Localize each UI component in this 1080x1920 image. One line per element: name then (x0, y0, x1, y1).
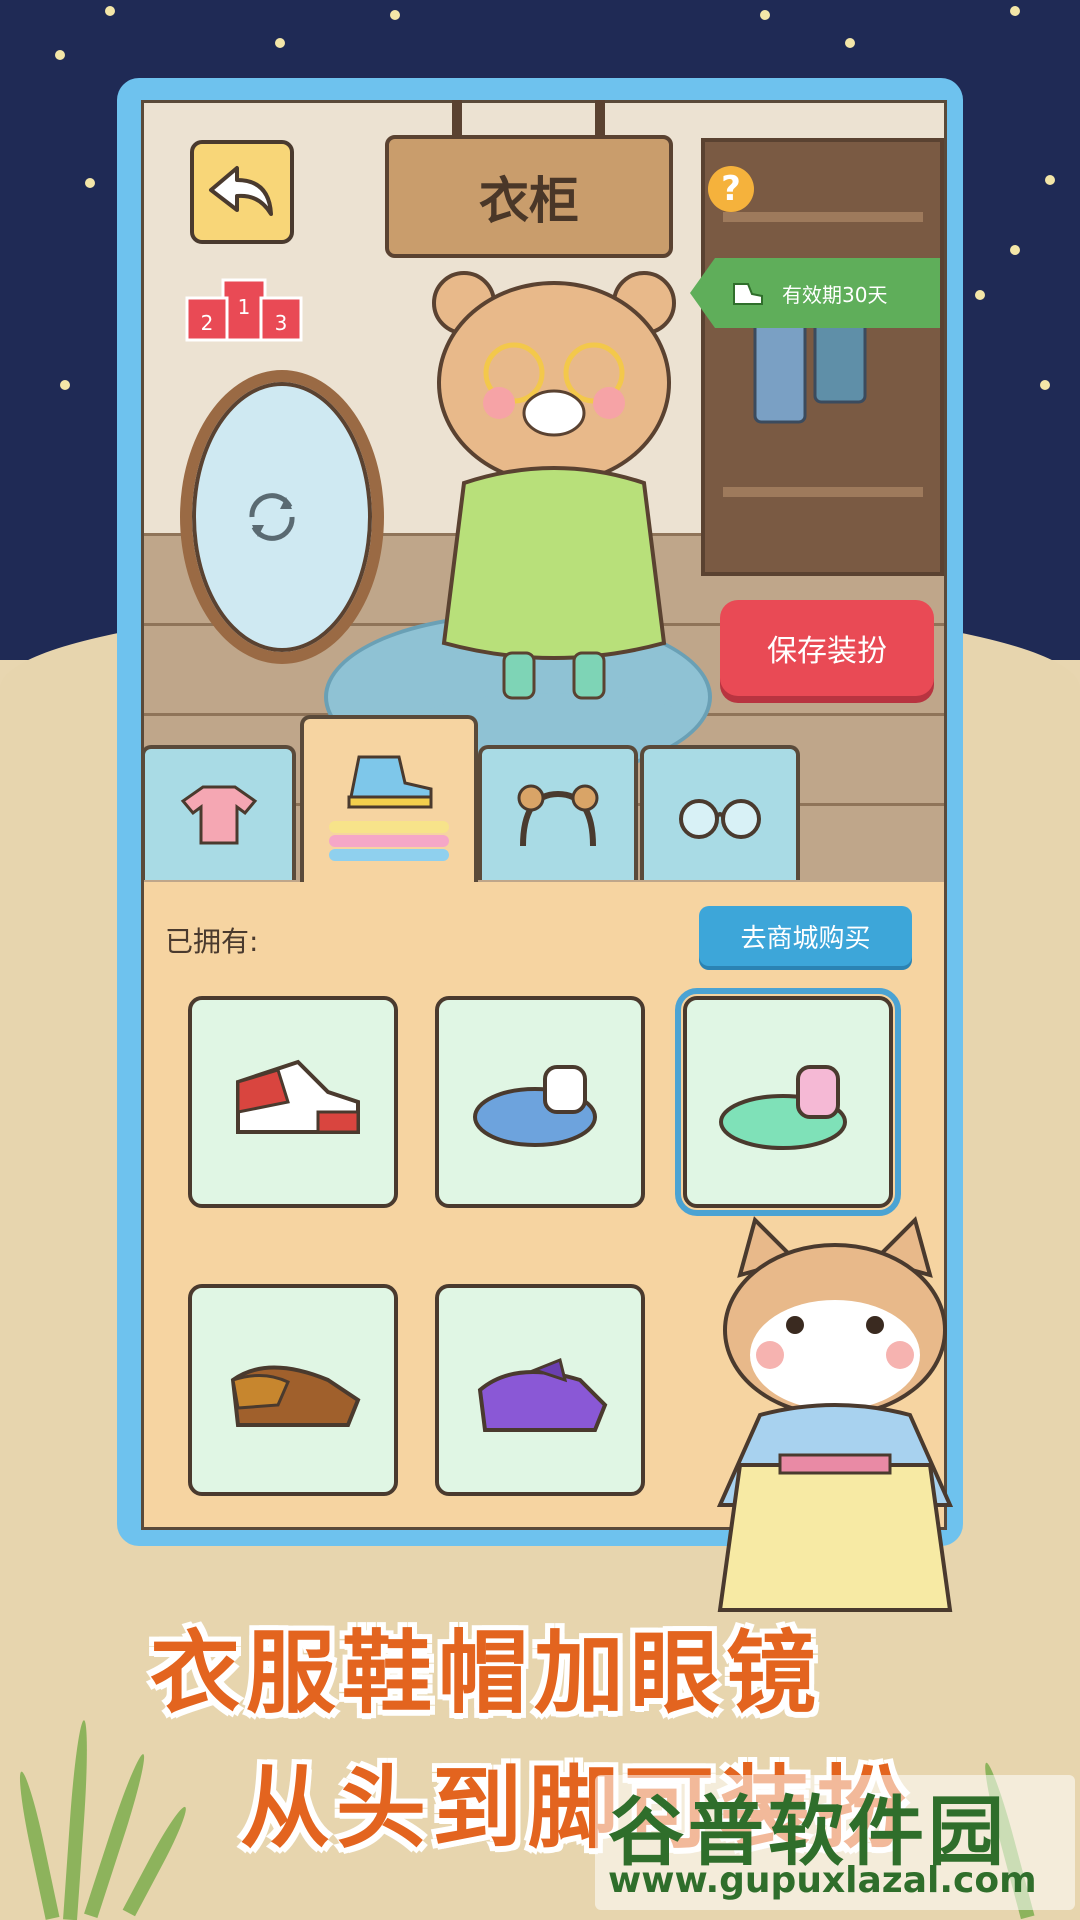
tab-headwear[interactable] (478, 745, 638, 880)
back-button[interactable] (190, 140, 294, 244)
star (105, 6, 115, 16)
shoe-icon (329, 755, 449, 861)
rotate-icon (249, 493, 295, 541)
item-purple-shoes[interactable] (435, 1284, 645, 1496)
shelf-board (723, 212, 923, 222)
item-blue-slippers[interactable] (435, 996, 645, 1208)
validity-badge: 有效期30天 (690, 258, 940, 328)
ranking-podium-button[interactable]: 1 2 3 (185, 274, 303, 342)
glasses-icon (679, 798, 761, 839)
star (1010, 6, 1020, 16)
shelf-board (723, 487, 923, 497)
brown-shoes-icon (230, 1365, 361, 1427)
page-title: 衣柜 (479, 171, 579, 230)
help-icon: ? (721, 169, 741, 209)
tab-shoes[interactable] (300, 715, 478, 885)
shoe-icon (733, 283, 763, 305)
rotate-mirror-button[interactable] (180, 370, 384, 664)
owned-label: 已拥有: (165, 925, 259, 958)
podium-icon: 1 2 3 (185, 278, 303, 342)
item-red-sneakers[interactable] (188, 996, 398, 1208)
caption-line-1: 衣服鞋帽加眼镜 (150, 1621, 822, 1726)
podium-third: 3 (275, 311, 288, 335)
star (55, 50, 65, 60)
star (1045, 175, 1055, 185)
save-outfit-label: 保存装扮 (767, 634, 887, 669)
headband-icon (517, 784, 599, 846)
star (975, 290, 985, 300)
sign-rope (452, 100, 462, 140)
star (1010, 245, 1020, 255)
star (60, 380, 70, 390)
wardrobe-sign: 衣柜 (385, 135, 673, 258)
help-button[interactable]: ? (708, 166, 754, 212)
podium-first: 1 (238, 295, 251, 319)
purple-shoes-icon (477, 1357, 608, 1432)
podium-second: 2 (201, 311, 214, 335)
star (845, 38, 855, 48)
star (85, 178, 95, 188)
star (760, 10, 770, 20)
tab-clothes[interactable] (141, 745, 296, 880)
shirt-icon (180, 785, 257, 844)
validity-label: 有效期30天 (782, 282, 888, 307)
item-green-shoes[interactable] (675, 988, 901, 1216)
star (275, 38, 285, 48)
green-shoes-icon (719, 1065, 847, 1150)
blue-slippers-icon (473, 1065, 597, 1147)
go-to-shop-label: 去商城购买 (740, 923, 871, 954)
sign-rope (595, 100, 605, 140)
star (1040, 380, 1050, 390)
hamster-character (716, 1216, 954, 1612)
go-to-shop-button[interactable]: 去商城购买 (699, 906, 912, 966)
item-brown-shoes[interactable] (188, 1284, 398, 1496)
star (390, 10, 400, 20)
watermark-url: www.gupuxlazal.com (608, 1860, 1037, 1901)
bear-character (414, 271, 694, 753)
save-outfit-button[interactable]: 保存装扮 (720, 600, 934, 696)
back-arrow-icon (209, 166, 273, 216)
red-sneakers-icon (236, 1059, 360, 1134)
tab-glasses[interactable] (640, 745, 800, 880)
